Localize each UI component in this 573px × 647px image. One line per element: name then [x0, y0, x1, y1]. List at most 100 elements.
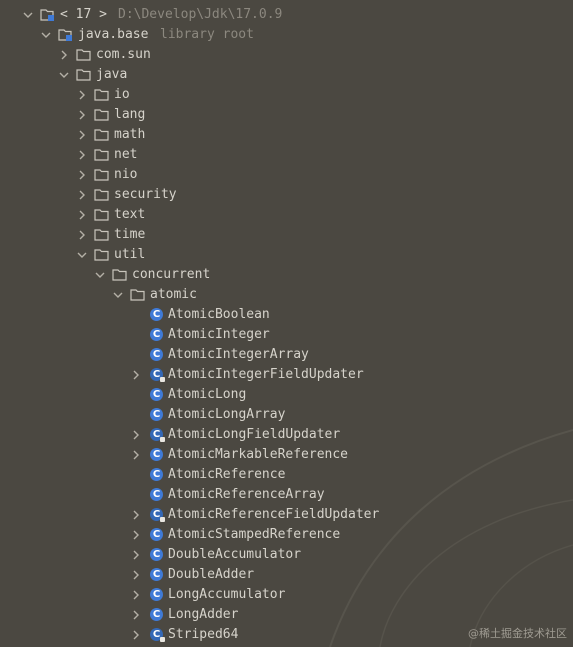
chevron-right-icon[interactable]: [129, 605, 143, 625]
class-icon: C: [150, 448, 163, 461]
chevron-down-icon[interactable]: [93, 265, 107, 285]
package-label: nio: [114, 167, 138, 182]
abstract-class-icon: C: [150, 368, 165, 382]
folder-icon: [76, 48, 92, 62]
folder-icon: [94, 188, 110, 202]
tree-node-class[interactable]: C DoubleAccumulator: [0, 545, 573, 565]
chevron-down-icon[interactable]: [111, 285, 125, 305]
tree-node-class[interactable]: C AtomicIntegerFieldUpdater: [0, 365, 573, 385]
class-icon: C: [150, 348, 163, 361]
class-label: AtomicLongArray: [168, 407, 286, 422]
tree-node-class[interactable]: C AtomicReferenceArray: [0, 485, 573, 505]
tree-node-class[interactable]: C AtomicBoolean: [0, 305, 573, 325]
package-label: util: [114, 247, 146, 262]
abstract-class-icon: C: [150, 628, 165, 642]
folder-icon: [94, 168, 110, 182]
chevron-right-icon[interactable]: [129, 445, 143, 465]
tree-node-package[interactable]: io: [0, 85, 573, 105]
tree-node-package[interactable]: time: [0, 225, 573, 245]
package-label: text: [114, 207, 146, 222]
package-label: concurrent: [132, 267, 211, 282]
chevron-down-icon[interactable]: [39, 25, 53, 45]
folder-icon: [76, 68, 92, 82]
tree-node-package[interactable]: com.sun: [0, 45, 573, 65]
tree-node-package[interactable]: atomic: [0, 285, 573, 305]
chevron-right-icon[interactable]: [75, 125, 89, 145]
chevron-right-icon[interactable]: [129, 525, 143, 545]
library-folder-icon: [40, 8, 56, 22]
chevron-right-icon[interactable]: [75, 85, 89, 105]
library-folder-icon: [58, 28, 74, 42]
package-label: time: [114, 227, 146, 242]
folder-icon: [94, 88, 110, 102]
chevron-right-icon[interactable]: [75, 145, 89, 165]
class-label: AtomicMarkableReference: [168, 447, 349, 462]
package-label: lang: [114, 107, 146, 122]
class-icon: C: [150, 408, 163, 421]
class-label: DoubleAccumulator: [168, 547, 302, 562]
chevron-right-icon[interactable]: [129, 585, 143, 605]
tree-node-class[interactable]: C AtomicInteger: [0, 325, 573, 345]
tree-node-class[interactable]: C AtomicReference: [0, 465, 573, 485]
tree-node-package[interactable]: math: [0, 125, 573, 145]
tree-node-package[interactable]: security: [0, 185, 573, 205]
chevron-right-icon[interactable]: [129, 425, 143, 445]
chevron-down-icon[interactable]: [57, 65, 71, 85]
chevron-down-icon[interactable]: [21, 5, 35, 25]
watermark: @稀土掘金技术社区: [468, 627, 567, 640]
tree-node-class[interactable]: C AtomicStampedReference: [0, 525, 573, 545]
tree-node-class[interactable]: C AtomicReferenceFieldUpdater: [0, 505, 573, 525]
class-label: AtomicReferenceFieldUpdater: [168, 507, 380, 522]
tree-node-class[interactable]: C AtomicLongArray: [0, 405, 573, 425]
project-tree: < 17 > D:\Develop\Jdk\17.0.9 java.base l…: [0, 5, 573, 645]
package-label: math: [114, 127, 146, 142]
tree-node-package[interactable]: text: [0, 205, 573, 225]
folder-icon: [94, 208, 110, 222]
class-icon: C: [150, 328, 163, 341]
tree-node-class[interactable]: C LongAccumulator: [0, 585, 573, 605]
chevron-right-icon[interactable]: [75, 165, 89, 185]
tree-node-package[interactable]: lang: [0, 105, 573, 125]
tree-node-class[interactable]: C AtomicLongFieldUpdater: [0, 425, 573, 445]
tree-node-class[interactable]: C AtomicIntegerArray: [0, 345, 573, 365]
chevron-down-icon[interactable]: [75, 245, 89, 265]
package-label: io: [114, 87, 130, 102]
tree-node-package[interactable]: java: [0, 65, 573, 85]
package-label: net: [114, 147, 138, 162]
class-icon: C: [150, 548, 163, 561]
chevron-right-icon[interactable]: [129, 545, 143, 565]
chevron-right-icon[interactable]: [57, 45, 71, 65]
tree-node-package[interactable]: nio: [0, 165, 573, 185]
class-label: LongAdder: [168, 607, 239, 622]
class-icon: C: [150, 468, 163, 481]
tree-node-class[interactable]: C LongAdder: [0, 605, 573, 625]
tree-node-java-base[interactable]: java.base library root: [0, 25, 573, 45]
tree-node-package[interactable]: net: [0, 145, 573, 165]
chevron-right-icon[interactable]: [129, 365, 143, 385]
chevron-right-icon[interactable]: [129, 565, 143, 585]
class-icon: C: [150, 388, 163, 401]
package-label: com.sun: [96, 47, 151, 62]
chevron-right-icon[interactable]: [75, 225, 89, 245]
folder-icon: [94, 248, 110, 262]
class-label: AtomicBoolean: [168, 307, 270, 322]
tree-node-class[interactable]: C AtomicMarkableReference: [0, 445, 573, 465]
chevron-right-icon[interactable]: [129, 625, 143, 645]
class-label: AtomicLongFieldUpdater: [168, 427, 341, 442]
folder-icon: [94, 148, 110, 162]
package-label: security: [114, 187, 177, 202]
class-icon: C: [150, 488, 163, 501]
tree-node-class[interactable]: C DoubleAdder: [0, 565, 573, 585]
tree-node-class[interactable]: C AtomicLong: [0, 385, 573, 405]
class-label: Striped64: [168, 627, 239, 642]
chevron-right-icon[interactable]: [75, 105, 89, 125]
chevron-right-icon[interactable]: [75, 185, 89, 205]
tree-node-package[interactable]: concurrent: [0, 265, 573, 285]
folder-icon: [112, 268, 128, 282]
class-label: AtomicLong: [168, 387, 247, 402]
chevron-right-icon[interactable]: [75, 205, 89, 225]
tree-node-jdk-root[interactable]: < 17 > D:\Develop\Jdk\17.0.9: [0, 5, 573, 25]
tree-node-package[interactable]: util: [0, 245, 573, 265]
chevron-right-icon[interactable]: [129, 505, 143, 525]
module-hint-label: library root: [160, 27, 254, 42]
